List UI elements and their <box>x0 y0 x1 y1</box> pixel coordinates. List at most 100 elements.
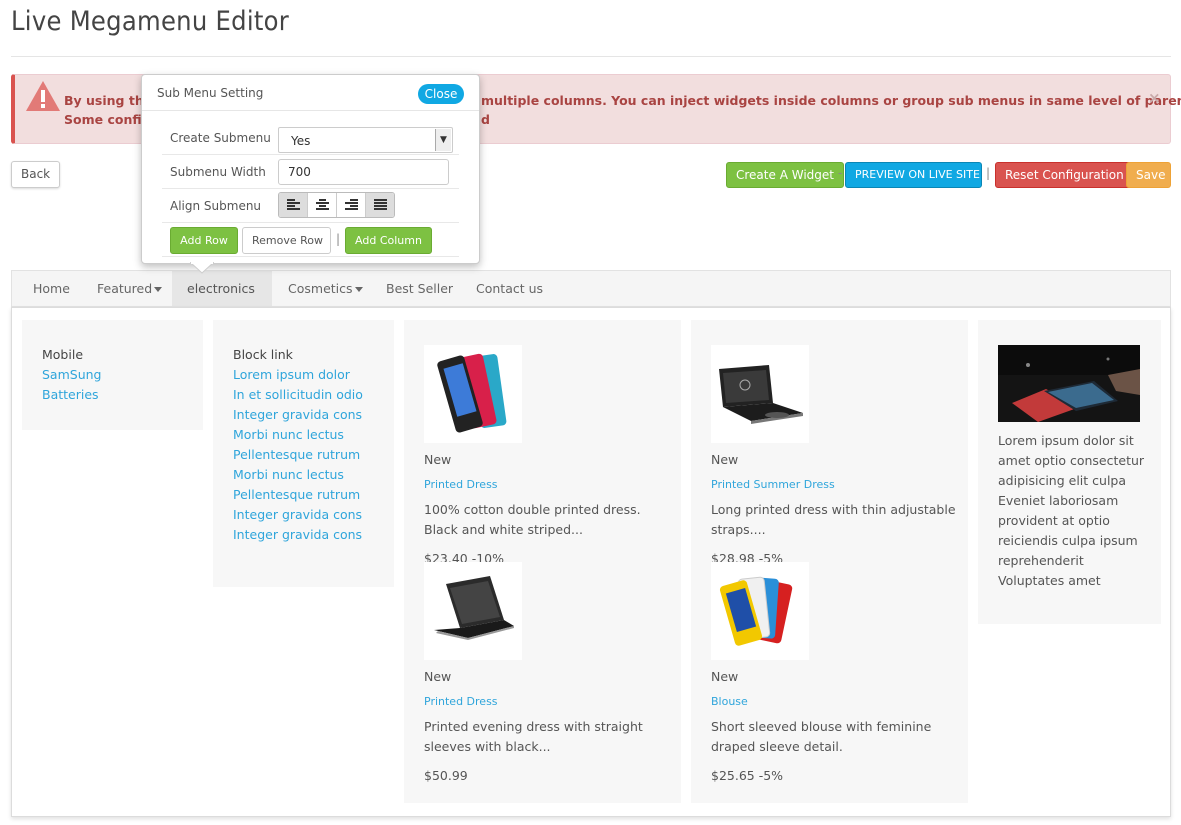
submenu-width-input[interactable] <box>278 159 449 185</box>
block-link[interactable]: Morbi nunc lectus <box>233 467 344 482</box>
column-heading: Block link <box>233 347 293 362</box>
alert-close-icon[interactable]: × <box>1148 89 1161 107</box>
align-center-icon <box>316 199 329 210</box>
laptop-image <box>434 576 514 640</box>
align-left-button[interactable] <box>279 193 308 217</box>
block-link[interactable]: Pellentesque rutrum <box>233 487 360 502</box>
megamenu-dropdown: Mobile SamSung Batteries Block link Lore… <box>11 307 1171 817</box>
product-card: New Blouse Short sleeved blouse with fem… <box>711 562 961 783</box>
remove-row-button[interactable]: Remove Row <box>242 227 331 254</box>
block-link[interactable]: Morbi nunc lectus <box>233 427 344 442</box>
popover-title: Sub Menu Setting <box>157 86 264 100</box>
menu-item-label: Best Seller <box>386 281 454 296</box>
block-link[interactable]: Pellentesque rutrum <box>233 447 360 462</box>
menu-item-electronics[interactable]: electronics <box>172 271 272 327</box>
product-description: Printed evening dress with straight slee… <box>424 719 643 754</box>
align-submenu-label: Align Submenu <box>170 199 262 213</box>
create-submenu-select[interactable]: Yes ▼ <box>278 127 453 153</box>
product-name-link[interactable]: Printed Dress <box>424 695 498 708</box>
popover-arrow <box>190 262 214 274</box>
product-column: New Printed Dress 100% cotton double pri… <box>404 320 681 803</box>
phone-image <box>437 353 507 433</box>
toolbar-separator: | <box>986 166 991 180</box>
product-image[interactable] <box>711 345 809 443</box>
product-image[interactable] <box>424 562 522 660</box>
product-description: 100% cotton double printed dress. Black … <box>424 502 641 537</box>
submenu-link[interactable]: Batteries <box>42 387 99 402</box>
save-button[interactable]: Save <box>1126 162 1171 188</box>
align-center-button[interactable] <box>308 193 337 217</box>
align-right-button[interactable] <box>337 193 366 217</box>
menu-item-label: Featured <box>97 281 153 296</box>
create-widget-button[interactable]: Create A Widget <box>726 162 844 188</box>
alert-text-line2-end: d <box>481 112 490 127</box>
product-name-link[interactable]: Printed Dress <box>424 478 498 491</box>
product-name-link[interactable]: Printed Summer Dress <box>711 478 835 491</box>
back-button[interactable]: Back <box>11 161 61 188</box>
submenu-link[interactable]: SamSung <box>42 367 102 382</box>
chevron-down-icon: ▼ <box>435 129 451 151</box>
caret-down-icon <box>154 287 163 292</box>
product-name-link[interactable]: Blouse <box>711 695 748 708</box>
submenu-width-row: Submenu Width <box>162 155 459 189</box>
submenu-width-label: Submenu Width <box>170 165 266 179</box>
product-card: New Printed Dress 100% cotton double pri… <box>424 345 674 566</box>
add-column-button[interactable]: Add Column <box>345 227 432 254</box>
product-badge: New <box>424 669 452 684</box>
product-price: $50.99 <box>424 768 468 783</box>
create-submenu-label: Create Submenu <box>170 131 271 145</box>
widget-text: Lorem ipsum dolor sit amet optio consect… <box>998 433 1145 588</box>
align-left-icon <box>287 199 300 210</box>
reset-configuration-button[interactable]: Reset Configuration <box>995 162 1134 188</box>
text-widget-column: Lorem ipsum dolor sit amet optio consect… <box>978 320 1161 624</box>
product-description: Long printed dress with thin adjustable … <box>711 502 956 537</box>
column-heading: Mobile <box>42 347 84 362</box>
product-image[interactable] <box>711 562 809 660</box>
megamenu-bar: Home Featured electronics Cosmetics Best… <box>11 270 1171 327</box>
product-description: Short sleeved blouse with feminine drape… <box>711 719 932 754</box>
popover-close-button[interactable]: Close <box>418 84 464 104</box>
product-card: New Printed Summer Dress Long printed dr… <box>711 345 961 566</box>
product-badge: New <box>711 669 739 684</box>
caret-down-icon <box>354 287 363 292</box>
popover-header: Sub Menu Setting Close <box>142 75 479 111</box>
title-divider <box>11 56 1171 57</box>
product-price: $25.65 -5% <box>711 768 784 783</box>
block-link[interactable]: Integer gravida cons <box>233 527 362 542</box>
menu-item-label: electronics <box>187 281 255 296</box>
product-badge: New <box>711 452 739 467</box>
warning-icon <box>26 81 60 111</box>
create-submenu-row: Create Submenu Yes ▼ <box>162 121 459 155</box>
block-link[interactable]: Lorem ipsum dolor <box>233 367 350 382</box>
block-link-column: Block link Lorem ipsum dolor In et solli… <box>213 320 394 587</box>
menu-item-home[interactable]: Home <box>18 271 85 306</box>
product-badge: New <box>424 452 452 467</box>
create-submenu-value: Yes <box>291 134 311 148</box>
block-link[interactable]: In et sollicitudin odio <box>233 387 363 402</box>
page-title: Live Megamenu Editor <box>11 6 290 37</box>
menu-item-contact-us[interactable]: Contact us <box>461 271 558 306</box>
block-link[interactable]: Integer gravida cons <box>233 407 362 422</box>
add-row-button[interactable]: Add Row <box>170 227 238 254</box>
align-justify-button[interactable] <box>366 193 394 217</box>
align-submenu-row: Align Submenu <box>162 189 459 223</box>
tablet-photo-image <box>998 345 1140 422</box>
submenu-setting-popover: Sub Menu Setting Close Create Submenu Ye… <box>141 74 480 264</box>
alert-text-line1-end: multiple columns. You can inject widgets… <box>481 93 1181 108</box>
menu-item-label: Home <box>33 281 70 296</box>
product-card: New Printed Dress Printed evening dress … <box>424 562 674 783</box>
menu-item-featured[interactable]: Featured <box>82 271 177 306</box>
menu-item-cosmetics[interactable]: Cosmetics <box>273 271 378 306</box>
product-image[interactable] <box>424 345 522 443</box>
menu-item-label: Contact us <box>476 281 544 296</box>
laptop-image <box>719 365 803 424</box>
block-link[interactable]: Integer gravida cons <box>233 507 362 522</box>
submenu-column: Mobile SamSung Batteries <box>22 320 203 430</box>
row-actions: Add Row Remove Row | Add Column <box>162 223 459 257</box>
menu-item-label: Cosmetics <box>288 281 353 296</box>
menu-item-best-seller[interactable]: Best Seller <box>371 271 468 306</box>
preview-live-site-button[interactable]: PREVIEW ON LIVE SITE <box>845 162 982 188</box>
toolbar-separator: - <box>838 166 843 180</box>
phones-image <box>719 576 793 646</box>
align-right-icon <box>345 199 358 210</box>
